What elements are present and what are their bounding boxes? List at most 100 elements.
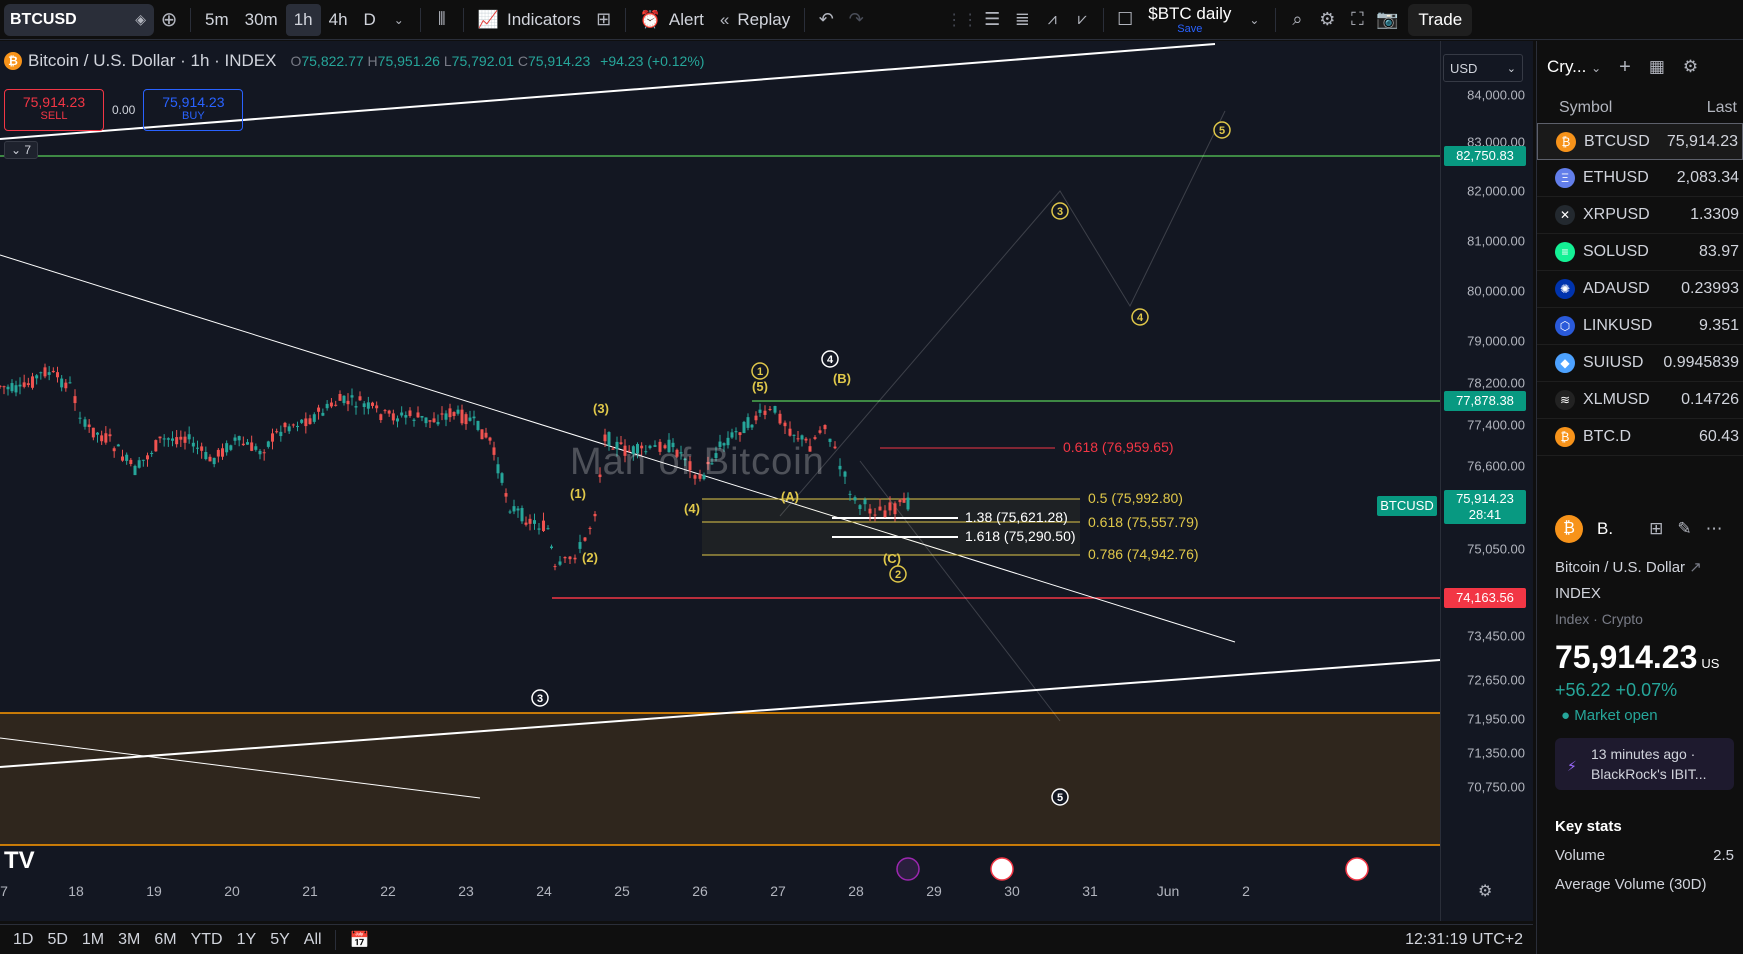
interval-5m[interactable]: 5m xyxy=(197,4,237,36)
candle-body xyxy=(420,415,424,418)
camera-icon[interactable]: 📷 xyxy=(1372,4,1402,36)
range-5d[interactable]: 5D xyxy=(40,931,74,949)
sell-button[interactable]: 75,914.23 SELL xyxy=(4,89,104,131)
layout-name: $BTC daily xyxy=(1148,3,1232,23)
clock[interactable]: 12:31:19 UTC+2 xyxy=(1405,931,1523,949)
range-all[interactable]: All xyxy=(297,931,329,949)
candle-body xyxy=(593,513,597,517)
time-axis-label: 23 xyxy=(458,883,474,899)
watchlist-last: 83.97 xyxy=(1698,243,1739,260)
watchlist-symbol: XLMUSD xyxy=(1583,391,1650,408)
range-ytd[interactable]: YTD xyxy=(184,931,230,949)
edit-icon[interactable]: ✎ xyxy=(1677,519,1691,539)
watchlist-row-btcd[interactable]: ₿ BTC.D 60.43 xyxy=(1537,419,1743,456)
undo-icon[interactable]: ↶ xyxy=(811,4,841,36)
replay-button[interactable]: « Replay xyxy=(712,4,798,36)
fib-tool-icon[interactable]: ☰ xyxy=(977,4,1007,36)
watchlist-row-ethusd[interactable]: Ξ ETHUSD 2,083.34 xyxy=(1537,160,1743,197)
templates-icon[interactable]: ⊞ xyxy=(589,4,619,36)
candle-body xyxy=(460,409,464,424)
trade-button[interactable]: Trade xyxy=(1408,3,1473,36)
range-1d[interactable]: 1D xyxy=(6,931,40,949)
chart-pane[interactable]: 0.618 (76,959.65) 0.5 (75,992.80) 1.38 (75… xyxy=(0,41,1440,921)
symbol-search[interactable]: BTCUSD ◈ xyxy=(4,3,154,36)
buy-button[interactable]: 75,914.23 BUY xyxy=(143,89,244,131)
price-axis[interactable]: 84,000.00 83,000.00 82,000.00 81,000.00 80,0… xyxy=(1440,41,1533,921)
alert-button[interactable]: ⏰ Alert xyxy=(632,4,712,36)
fib-extension-icon[interactable]: ≣ xyxy=(1007,4,1037,36)
watchlist-row-xlmusd[interactable]: ≋ XLMUSD 0.14726 xyxy=(1537,382,1743,419)
candle-body xyxy=(354,406,358,408)
watchlist-header: Cry... ⌄ + ▦ ⚙ xyxy=(1537,41,1743,93)
candle-body xyxy=(229,445,233,450)
watchlist-row-solusd[interactable]: ≡ SOLUSD 83.97 xyxy=(1537,234,1743,271)
legend-title[interactable]: Bitcoin / U.S. Dollar · 1h · INDEX xyxy=(28,51,276,71)
go-to-date-icon[interactable]: 📅 xyxy=(334,929,377,950)
layout-save[interactable]: $BTC daily Save xyxy=(1148,5,1231,35)
watchlist-row-linkusd[interactable]: ⬡ LINKUSD 9.351 xyxy=(1537,308,1743,345)
compare-icon[interactable]: ◈ xyxy=(135,11,146,28)
price-axis-label: 71,350.00 xyxy=(1467,745,1525,761)
watchlist-row-btcusd[interactable]: ₿ BTCUSD 75,914.23 xyxy=(1537,123,1743,160)
chevron-down-icon[interactable]: ⌄ xyxy=(384,4,414,36)
candles-icon[interactable]: ⫴ xyxy=(427,4,457,36)
indicators-collapse-button[interactable]: ⌄ 7 xyxy=(4,141,39,159)
more-icon[interactable]: ⋯ xyxy=(1706,519,1723,539)
candle-body xyxy=(271,433,274,442)
watchlist-row-adausd[interactable]: ✺ ADAUSD 0.23993 xyxy=(1537,271,1743,308)
range-6m[interactable]: 6M xyxy=(147,931,183,949)
range-1y[interactable]: 1Y xyxy=(230,931,264,949)
interval-d[interactable]: D xyxy=(356,4,384,36)
add-symbol-icon[interactable]: + xyxy=(1619,56,1631,79)
redo-icon[interactable]: ↷ xyxy=(841,4,871,36)
chevron-down-icon[interactable]: ⌄ xyxy=(1239,4,1269,36)
currency-select[interactable]: USD ⌄ xyxy=(1443,54,1523,82)
drag-handle-icon[interactable]: ⋮⋮ xyxy=(946,4,978,36)
candle-body xyxy=(898,499,902,503)
price-tag[interactable]: 74,163.56 xyxy=(1444,588,1526,608)
watchlist-row-xrpusd[interactable]: ✕ XRPUSD 1.3309 xyxy=(1537,197,1743,234)
interval-4h[interactable]: 4h xyxy=(321,4,356,36)
price-tag[interactable]: 77,878.38 xyxy=(1444,391,1526,411)
wave-label: 5 xyxy=(1057,792,1063,804)
axis-settings-icon[interactable]: ⚙ xyxy=(1478,881,1492,901)
watchlist-name-label: Cry... xyxy=(1547,57,1587,76)
candle-body xyxy=(583,537,587,541)
save-label[interactable]: Save xyxy=(1177,23,1202,35)
price-axis-label: 84,000.00 xyxy=(1467,87,1525,103)
price-tag[interactable]: 82,750.83 xyxy=(1444,146,1526,166)
quick-search-icon[interactable]: ⌕ xyxy=(1282,4,1312,36)
layout-checkbox-icon[interactable]: ☐ xyxy=(1110,4,1140,36)
watchlist-name[interactable]: Cry... ⌄ xyxy=(1547,57,1601,77)
candle-body xyxy=(150,452,154,455)
advanced-view-icon[interactable]: ▦ xyxy=(1649,57,1665,77)
watchlist-row-suiusd[interactable]: ◆ SUIUSD 0.9945839 xyxy=(1537,345,1743,382)
fullscreen-icon[interactable]: ⛶ xyxy=(1342,4,1372,36)
column-symbol[interactable]: Symbol xyxy=(1559,99,1612,117)
range-1m[interactable]: 1M xyxy=(75,931,111,949)
column-last[interactable]: Last xyxy=(1707,99,1737,117)
settings-icon[interactable]: ⚙ xyxy=(1312,4,1342,36)
indicators-label: Indicators xyxy=(507,9,581,29)
range-3m[interactable]: 3M xyxy=(111,931,147,949)
news-item[interactable]: ⚡ 13 minutes ago · BlackRock's IBIT... xyxy=(1555,738,1734,790)
elliott-impulse-icon[interactable]: ⩘ xyxy=(1037,4,1067,36)
interval-30m[interactable]: 30m xyxy=(237,4,286,36)
separator xyxy=(1275,7,1277,32)
details-name[interactable]: Bitcoin / U.S. Dollar ↗ xyxy=(1537,555,1743,581)
add-symbol-icon[interactable]: ⊕ xyxy=(154,4,184,36)
chart-legend: ₿ Bitcoin / U.S. Dollar · 1h · INDEX O75… xyxy=(4,51,704,71)
grid-icon[interactable]: ⊞ xyxy=(1649,519,1663,539)
external-link-icon: ↗ xyxy=(1689,559,1702,576)
range-5y[interactable]: 5Y xyxy=(263,931,297,949)
tradingview-logo-icon[interactable]: TV xyxy=(4,847,35,875)
separator xyxy=(462,7,464,32)
price-tag[interactable]: 75,914.23 28:41 xyxy=(1444,490,1526,524)
indicators-button[interactable]: 📈 Indicators xyxy=(470,4,589,36)
candle-body xyxy=(26,383,30,386)
chart-watermark: Man of Bitcoin xyxy=(570,441,825,483)
elliott-correction-icon[interactable]: ⩗ xyxy=(1067,4,1097,36)
more-icon[interactable]: ⚙ xyxy=(1683,57,1698,77)
interval-1h[interactable]: 1h xyxy=(285,3,321,36)
symbol-price-tag[interactable]: BTCUSD xyxy=(1377,496,1437,516)
